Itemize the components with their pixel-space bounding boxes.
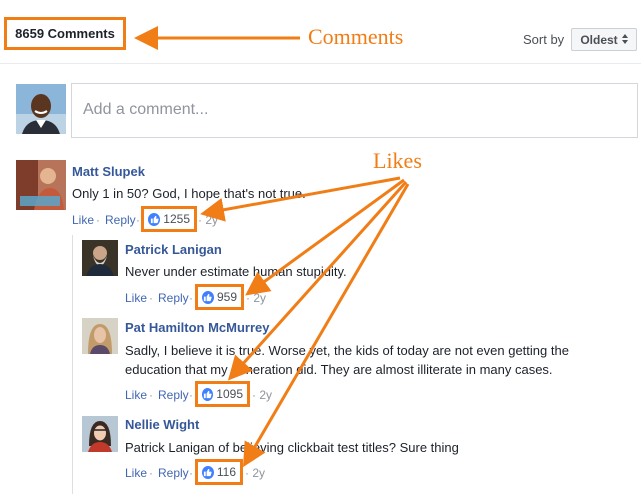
comments-annotation-label: Comments	[308, 24, 404, 49]
likes-arrow-2	[245, 178, 405, 296]
likes-arrow-3	[227, 180, 408, 381]
annotation-arrows	[134, 26, 410, 468]
likes-arrow-4	[242, 183, 410, 468]
likes-arrow-1	[200, 176, 401, 222]
likes-annotation-label: Likes	[373, 148, 422, 173]
